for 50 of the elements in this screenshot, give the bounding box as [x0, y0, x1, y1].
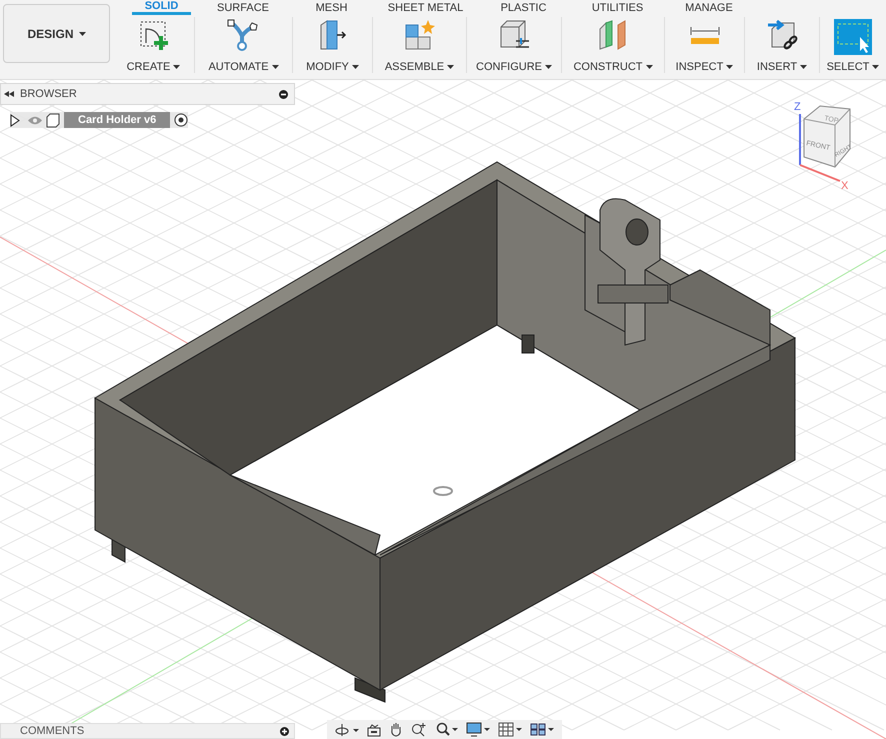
- toolbar-group-button[interactable]: INSPECT: [665, 17, 745, 73]
- caret-icon: [352, 65, 359, 69]
- ribbon-tab[interactable]: UTILITIES: [572, 0, 663, 15]
- caret-icon: [800, 65, 808, 69]
- look-at-button[interactable]: [367, 722, 382, 736]
- node-graph-icon: [226, 19, 260, 51]
- ribbon-tab[interactable]: SURFACE: [199, 0, 287, 15]
- add-icon[interactable]: [280, 726, 289, 736]
- ribbon-tab[interactable]: SOLID: [132, 0, 191, 15]
- ribbon-tab[interactable]: PLASTIC: [475, 0, 572, 15]
- toolbar-group-button[interactable]: ASSEMBLE: [373, 17, 467, 73]
- viewports-button[interactable]: [530, 722, 554, 737]
- orbit-button[interactable]: [335, 722, 360, 736]
- cube-sliders-icon: [498, 19, 530, 51]
- minimize-icon[interactable]: [279, 90, 288, 98]
- toolbar-group-button[interactable]: MODIFY: [293, 17, 373, 73]
- display-settings-button[interactable]: [466, 722, 490, 737]
- ribbon-tab[interactable]: MANAGE: [663, 0, 755, 15]
- ribbon-tab[interactable]: SHEET METAL: [376, 0, 475, 15]
- axis-label: Z: [794, 101, 801, 113]
- ribbon-tab[interactable]: MESH: [287, 0, 376, 15]
- blocks-star-icon: [404, 19, 436, 51]
- axis-label: X: [841, 180, 848, 189]
- panel-title: COMMENTS: [20, 725, 84, 737]
- caret-icon: [726, 65, 734, 69]
- pan-button[interactable]: [389, 722, 404, 737]
- caret-icon: [545, 65, 552, 69]
- toolbar-group-button[interactable]: INSERT: [745, 17, 820, 73]
- zoom-button[interactable]: [411, 722, 428, 737]
- toolbar-group-button[interactable]: CONFIGURE: [467, 17, 562, 73]
- toolbar-group-button[interactable]: SELECT: [820, 17, 886, 73]
- sketch-plus-icon: [138, 19, 170, 51]
- caret-icon: [173, 65, 180, 69]
- caret-icon: [872, 65, 880, 69]
- grid-settings-button[interactable]: [498, 722, 522, 737]
- collapse-arrows-icon[interactable]: [4, 91, 14, 97]
- fit-button[interactable]: [436, 722, 458, 737]
- caret-icon: [272, 65, 279, 69]
- insert-link-icon: [766, 19, 798, 51]
- caret-icon: [78, 32, 86, 36]
- radio-icon[interactable]: [174, 113, 188, 127]
- select-cursor-icon: [834, 19, 872, 55]
- toolbar-group-button[interactable]: CONSTRUCT: [562, 17, 665, 73]
- design-workspace-button[interactable]: DESIGN: [3, 4, 110, 63]
- caret-icon: [447, 65, 454, 69]
- component-icon: [46, 112, 60, 128]
- toolbar-group-button[interactable]: CREATE: [113, 17, 195, 73]
- panel-title: BROWSER: [20, 88, 78, 100]
- toolbar-group-button[interactable]: AUTOMATE: [195, 17, 293, 73]
- caret-icon: [646, 65, 653, 69]
